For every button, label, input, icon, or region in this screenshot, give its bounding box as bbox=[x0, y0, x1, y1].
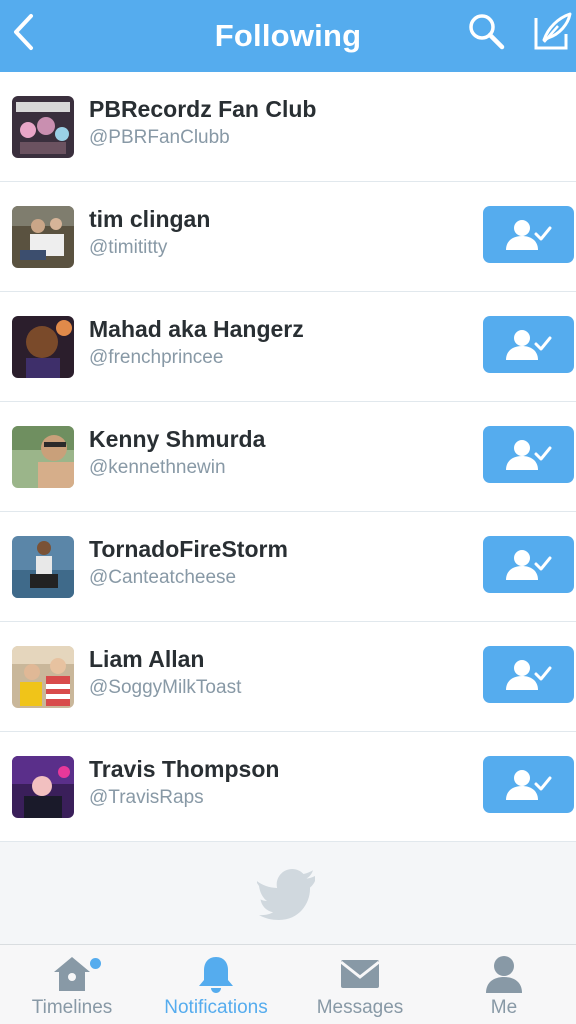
list-end-area bbox=[0, 843, 576, 944]
avatar[interactable] bbox=[12, 536, 74, 598]
user-name: TornadoFireStorm bbox=[89, 536, 288, 562]
nav-header: Following bbox=[0, 0, 576, 72]
tab-label: Notifications bbox=[164, 997, 268, 1018]
user-row[interactable]: Mahad aka Hangerz @frenchprincee bbox=[0, 292, 576, 402]
user-name: Mahad aka Hangerz bbox=[89, 316, 304, 342]
user-handle: @frenchprincee bbox=[89, 347, 224, 368]
user-row[interactable]: TornadoFireStorm @Canteatcheese bbox=[0, 512, 576, 622]
tab-notifications[interactable]: Notifications bbox=[144, 945, 288, 1024]
avatar[interactable] bbox=[12, 756, 74, 818]
chevron-left-icon bbox=[14, 14, 33, 50]
avatar[interactable] bbox=[12, 426, 74, 488]
tab-label: Messages bbox=[316, 997, 404, 1018]
user-handle: @PBRFanClubb bbox=[89, 127, 230, 148]
avatar[interactable] bbox=[12, 206, 74, 268]
user-row[interactable]: tim clingan @timititty bbox=[0, 182, 576, 292]
search-icon bbox=[469, 14, 505, 50]
unread-dot bbox=[90, 958, 101, 969]
user-name: Kenny Shmurda bbox=[89, 426, 266, 452]
avatar[interactable] bbox=[12, 646, 74, 708]
tab-timelines[interactable]: Timelines bbox=[0, 945, 144, 1024]
app-root: Following PBRecordz Fan Club @PBRFanClub… bbox=[0, 0, 576, 1024]
tab-label: Timelines bbox=[31, 997, 113, 1018]
tab-label: Me bbox=[490, 997, 518, 1018]
following-list: PBRecordz Fan Club @PBRFanClubb tim clin… bbox=[0, 72, 576, 842]
following-button[interactable] bbox=[483, 206, 574, 263]
compose-icon bbox=[534, 12, 572, 50]
person-check-icon bbox=[505, 329, 551, 360]
user-name: Liam Allan bbox=[89, 646, 205, 672]
bell-icon bbox=[199, 957, 233, 993]
user-name: tim clingan bbox=[89, 206, 211, 232]
user-row[interactable]: Liam Allan @SoggyMilkToast bbox=[0, 622, 576, 732]
following-button[interactable] bbox=[483, 426, 574, 483]
page-title: Following bbox=[214, 18, 362, 53]
compose-button[interactable] bbox=[530, 8, 576, 54]
user-handle: @SoggyMilkToast bbox=[89, 677, 242, 698]
person-check-icon bbox=[505, 549, 551, 580]
person-check-icon bbox=[505, 659, 551, 690]
person-icon bbox=[486, 956, 522, 993]
tab-bar: Timelines Notifications Messages Me bbox=[0, 944, 576, 1024]
user-row[interactable]: Kenny Shmurda @kennethnewin bbox=[0, 402, 576, 512]
avatar[interactable] bbox=[12, 316, 74, 378]
person-check-icon bbox=[505, 439, 551, 470]
user-name: Travis Thompson bbox=[89, 756, 280, 782]
person-check-icon bbox=[505, 219, 551, 250]
person-check-icon bbox=[505, 769, 551, 800]
bird-icon bbox=[257, 868, 315, 920]
envelope-icon bbox=[340, 960, 380, 988]
following-button[interactable] bbox=[483, 646, 574, 703]
user-name: PBRecordz Fan Club bbox=[89, 96, 317, 122]
back-button[interactable] bbox=[6, 10, 40, 54]
user-row[interactable]: Travis Thompson @TravisRaps bbox=[0, 732, 576, 842]
user-handle: @TravisRaps bbox=[89, 787, 204, 808]
tab-me[interactable]: Me bbox=[432, 945, 576, 1024]
home-icon bbox=[54, 957, 90, 991]
following-button[interactable] bbox=[483, 536, 574, 593]
following-button[interactable] bbox=[483, 756, 574, 813]
user-handle: @Canteatcheese bbox=[89, 567, 237, 588]
user-handle: @timititty bbox=[89, 237, 168, 258]
tab-messages[interactable]: Messages bbox=[288, 945, 432, 1024]
avatar[interactable] bbox=[12, 96, 74, 158]
following-button[interactable] bbox=[483, 316, 574, 373]
search-button[interactable] bbox=[463, 8, 509, 54]
user-handle: @kennethnewin bbox=[89, 457, 226, 478]
user-row[interactable]: PBRecordz Fan Club @PBRFanClubb bbox=[0, 72, 576, 182]
